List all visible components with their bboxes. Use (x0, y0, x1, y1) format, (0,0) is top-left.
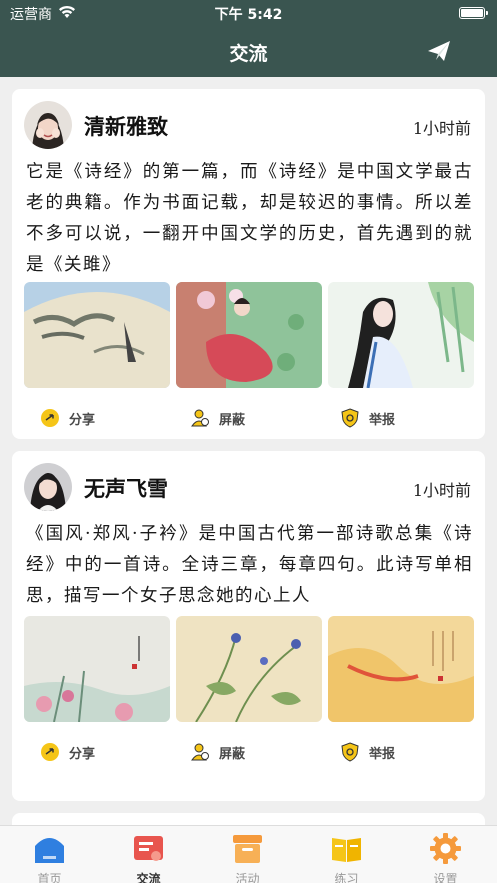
post-card: 清新雅致 1小时前 它是《诗经》的第一篇，而《诗经》是中国文学最古老的典籍。作为… (12, 89, 485, 439)
box-icon (233, 835, 262, 863)
page-title: 交流 (229, 43, 268, 65)
post-text: 《国风·郑风·子衿》是中国古代第一部诗歌总集《诗经》中的一首诗。全诗三章，每章四… (26, 524, 473, 606)
tab-bar: 首页 交流 活动 练习 设置 (0, 825, 497, 883)
post-time: 1小时前 (412, 481, 471, 500)
post-image[interactable] (328, 282, 474, 388)
post-image[interactable] (176, 616, 322, 722)
share-label: 分享 (69, 412, 96, 428)
tab-label: 练习 (334, 872, 359, 883)
post-image[interactable] (24, 616, 170, 722)
tab-home[interactable]: 首页 (0, 830, 99, 883)
block-label: 屏蔽 (219, 412, 246, 428)
avatar[interactable] (24, 463, 72, 511)
send-icon[interactable] (427, 40, 451, 62)
battery-icon (459, 7, 488, 19)
tab-label: 设置 (433, 872, 458, 883)
tab-label: 首页 (37, 872, 62, 883)
block-label: 屏蔽 (219, 746, 246, 762)
tab-exchange[interactable]: 交流 (99, 830, 198, 883)
shield-alert-icon (341, 742, 359, 762)
tab-practice[interactable]: 练习 (297, 830, 396, 883)
report-button[interactable]: 举报 (340, 406, 395, 430)
tab-settings[interactable]: 设置 (396, 830, 495, 883)
avatar[interactable] (24, 101, 72, 149)
tab-label: 活动 (235, 872, 260, 883)
share-button[interactable]: 分享 (40, 740, 95, 764)
share-button[interactable]: 分享 (40, 406, 95, 430)
post-text: 它是《诗经》的第一篇，而《诗经》是中国文学最古老的典籍。作为书面记载，却是较迟的… (26, 162, 473, 275)
photo-grid (24, 616, 474, 722)
tab-activity[interactable]: 活动 (198, 830, 297, 883)
share-label: 分享 (69, 746, 96, 762)
gear-icon (430, 833, 461, 864)
post-image[interactable] (328, 616, 474, 722)
post-image[interactable] (176, 282, 322, 388)
post-time: 1小时前 (412, 119, 471, 138)
block-user-icon (191, 409, 209, 427)
status-bar: 运营商 下午 5:42 (0, 0, 497, 26)
nav-bar: 交流 (0, 26, 497, 77)
report-label: 举报 (369, 412, 396, 428)
shield-alert-icon (341, 408, 359, 428)
feed-list[interactable]: 清新雅致 1小时前 它是《诗经》的第一篇，而《诗经》是中国文学最古老的典籍。作为… (0, 77, 497, 825)
book-icon (332, 838, 361, 862)
tab-label: 交流 (136, 872, 161, 883)
block-button[interactable]: 屏蔽 (190, 740, 245, 764)
post-card: 无声飞雪 1小时前 《国风·郑风·子衿》是中国古代第一部诗歌总集《诗经》中的一首… (12, 451, 485, 801)
share-icon (41, 409, 59, 427)
block-button[interactable]: 屏蔽 (190, 406, 245, 430)
author-name[interactable]: 无声飞雪 (84, 473, 168, 503)
home-icon (35, 838, 64, 863)
share-icon (41, 743, 59, 761)
message-card-icon (134, 836, 163, 861)
author-name[interactable]: 清新雅致 (84, 111, 168, 141)
post-actions: 分享 屏蔽 举报 (12, 406, 485, 430)
post-card (12, 813, 485, 825)
post-image[interactable] (24, 282, 170, 388)
clock: 下午 5:42 (214, 7, 283, 23)
block-user-icon (191, 743, 209, 761)
report-label: 举报 (369, 746, 396, 762)
post-actions: 分享 屏蔽 举报 (12, 740, 485, 764)
report-button[interactable]: 举报 (340, 740, 395, 764)
photo-grid (24, 282, 474, 388)
